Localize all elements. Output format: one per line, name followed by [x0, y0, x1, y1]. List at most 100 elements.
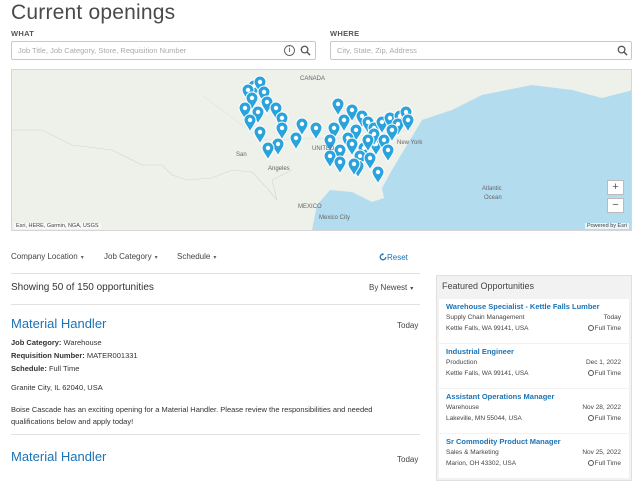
- reset-label: Reset: [387, 253, 408, 262]
- map-label-canada: CANADA: [300, 76, 326, 82]
- job-schedule-line: Schedule: Full Time: [11, 364, 79, 373]
- sort-label: By Newest: [369, 283, 408, 292]
- filter-schedule[interactable]: Schedule ▾: [177, 252, 216, 261]
- map-pin-icon[interactable]: [309, 121, 323, 142]
- featured-item-title[interactable]: Industrial Engineer: [446, 347, 514, 356]
- filter-job-category[interactable]: Job Category ▾: [104, 252, 158, 261]
- featured-item-type: Full Time: [587, 325, 621, 332]
- map-label-atlantic: Atlantic: [482, 186, 502, 192]
- featured-item-type: Full Time: [587, 370, 621, 377]
- chevron-down-icon: ▾: [80, 255, 84, 261]
- featured-item-title[interactable]: Warehouse Specialist - Kettle Falls Lumb…: [446, 302, 600, 311]
- featured-item-category: Warehouse: [446, 404, 479, 411]
- divider: [11, 273, 420, 274]
- featured-item-category: Production: [446, 359, 478, 366]
- featured-item-type: Full Time: [587, 460, 621, 467]
- featured-item[interactable]: Warehouse Specialist - Kettle Falls Lumb…: [439, 299, 629, 343]
- map-pin-icon[interactable]: [331, 97, 345, 118]
- where-input[interactable]: [337, 42, 577, 59]
- featured-item-category: Supply Chain Management: [446, 314, 525, 321]
- featured-item-type-label: Full Time: [594, 460, 621, 467]
- what-label: WHAT: [11, 29, 35, 38]
- map-pin-icon[interactable]: [323, 149, 337, 170]
- reset-button[interactable]: Reset: [379, 253, 408, 262]
- featured-item-type: Full Time: [587, 415, 621, 422]
- map-label-angeles: Angeles: [268, 166, 290, 172]
- map-pin-icon[interactable]: [275, 121, 289, 142]
- what-input[interactable]: [18, 42, 261, 59]
- featured-item-location: Kettle Falls, WA 99141, USA: [446, 325, 529, 332]
- map-label-mexico: MEXICO: [298, 204, 322, 210]
- job-schedule-value: Full Time: [48, 364, 80, 373]
- zoom-in-button[interactable]: +: [607, 180, 624, 195]
- featured-item-category: Sales & Marketing: [446, 449, 499, 456]
- map-pin-icon[interactable]: [381, 143, 395, 164]
- featured-item-type-label: Full Time: [594, 370, 621, 377]
- job-location: Granite City, IL 62040, USA: [11, 383, 103, 392]
- search-icon[interactable]: [617, 45, 628, 56]
- featured-item-date: Nov 25, 2022: [582, 449, 621, 456]
- map-attribution: Esri, HERE, Garmin, NGA, USGS: [14, 223, 101, 229]
- map-pin-icon[interactable]: [371, 165, 385, 186]
- featured-item-type-label: Full Time: [594, 415, 621, 422]
- info-icon[interactable]: i: [284, 45, 295, 56]
- map-label-new-york: New York: [397, 140, 423, 146]
- page-title: Current openings: [11, 1, 176, 24]
- zoom-out-button[interactable]: −: [607, 198, 624, 213]
- featured-item[interactable]: Assistant Operations Manager Warehouse N…: [439, 389, 629, 433]
- map-label-san: San: [236, 152, 247, 158]
- search-icon[interactable]: [300, 45, 311, 56]
- chevron-down-icon: ▾: [213, 255, 217, 261]
- where-search-box: [330, 41, 632, 60]
- clock-icon: [587, 415, 594, 421]
- job-requisition-label: Requisition Number:: [11, 351, 85, 360]
- featured-item-location: Marion, OH 43302, USA: [446, 460, 517, 467]
- job-title-link[interactable]: Material Handler: [11, 316, 106, 331]
- featured-item-date: Today: [603, 314, 621, 321]
- map-pin-icon[interactable]: [261, 141, 275, 162]
- job-requisition-value: MATER001331: [86, 351, 138, 360]
- filter-schedule-label: Schedule: [177, 252, 211, 261]
- refresh-icon: [379, 253, 387, 261]
- job-category-line: Job Category: Warehouse: [11, 338, 102, 347]
- featured-item-title[interactable]: Assistant Operations Manager: [446, 392, 554, 401]
- job-title-link[interactable]: Material Handler: [11, 449, 106, 464]
- featured-item-title[interactable]: Sr Commodity Product Manager: [446, 437, 561, 446]
- map-pin-icon[interactable]: [333, 155, 347, 176]
- job-description: Boise Cascade has an exciting opening fo…: [11, 405, 373, 426]
- featured-item[interactable]: Industrial Engineer Production Dec 1, 20…: [439, 344, 629, 388]
- map-pin-icon[interactable]: [253, 125, 267, 146]
- divider: [11, 304, 420, 305]
- featured-item[interactable]: Sr Commodity Product Manager Sales & Mar…: [439, 434, 629, 478]
- divider: [11, 434, 420, 435]
- filter-job-category-label: Job Category: [104, 252, 152, 261]
- sort-dropdown[interactable]: By Newest ▾: [369, 283, 413, 292]
- featured-item-type-label: Full Time: [594, 325, 621, 332]
- featured-opportunities-panel: Featured Opportunities Warehouse Special…: [436, 275, 632, 481]
- map-powered-by[interactable]: Powered by Esri: [584, 223, 629, 229]
- what-search-box: i: [11, 41, 316, 60]
- job-category-label: Job Category:: [11, 338, 62, 347]
- job-map[interactable]: CANADA UNITED MEXICO Mexico City Atlanti…: [11, 69, 632, 231]
- featured-item-date: Dec 1, 2022: [585, 359, 621, 366]
- featured-item-date: Nov 28, 2022: [582, 404, 621, 411]
- results-count: Showing 50 of 150 opportunities: [11, 282, 154, 293]
- job-category-value: Warehouse: [63, 338, 102, 347]
- filter-company-location-label: Company Location: [11, 252, 78, 261]
- featured-heading: Featured Opportunities: [442, 281, 535, 291]
- chevron-down-icon: ▾: [154, 255, 158, 261]
- filter-company-location[interactable]: Company Location ▾: [11, 252, 84, 261]
- job-date: Today: [397, 321, 419, 330]
- clock-icon: [587, 370, 594, 376]
- clock-icon: [587, 325, 594, 331]
- chevron-down-icon: ▾: [410, 286, 414, 292]
- where-label: WHERE: [330, 29, 360, 38]
- job-schedule-label: Schedule:: [11, 364, 47, 373]
- map-pin-icon[interactable]: [289, 131, 303, 152]
- featured-item-location: Lakeville, MN 55044, USA: [446, 415, 522, 422]
- map-label-united: UNITED: [312, 146, 335, 152]
- map-pin-icon[interactable]: [401, 113, 415, 134]
- clock-icon: [587, 460, 594, 466]
- featured-item-location: Kettle Falls, WA 99141, USA: [446, 370, 529, 377]
- map-label-ocean: Ocean: [484, 195, 502, 201]
